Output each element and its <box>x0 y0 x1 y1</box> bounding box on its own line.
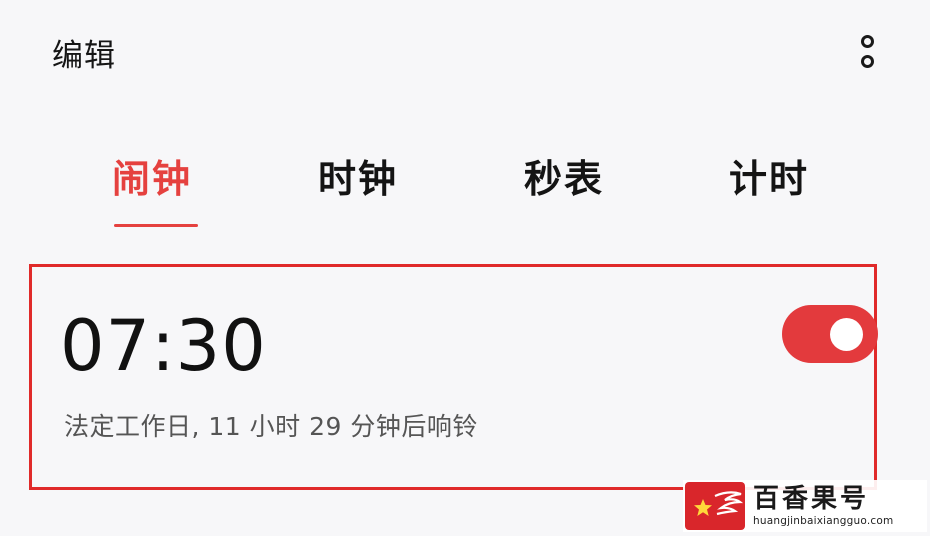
watermark-logo-icon <box>685 482 745 530</box>
more-vertical-icon <box>860 35 874 48</box>
edit-button[interactable]: 编辑 <box>52 30 116 75</box>
alarm-toggle-switch[interactable] <box>782 305 878 363</box>
tab-stopwatch[interactable]: 秒表 <box>509 148 619 230</box>
tab-clock-label: 时钟 <box>317 157 398 201</box>
watermark-title: 百香果号 <box>753 484 870 514</box>
more-vertical-icon <box>860 55 874 68</box>
tab-bar: 闹钟 时钟 秒表 计时 <box>0 148 930 230</box>
alarm-clock-screen: 编辑 闹钟 时钟 秒表 计时 07:30 法定工作日, 11 小时 29 分钟后… <box>0 0 930 536</box>
more-options-button[interactable] <box>852 32 882 72</box>
tab-stopwatch-label: 秒表 <box>523 157 604 201</box>
tab-alarm-label: 闹钟 <box>111 157 192 201</box>
tab-timer-label: 计时 <box>728 157 809 201</box>
toggle-knob <box>830 318 863 351</box>
tab-timer[interactable]: 计时 <box>714 148 824 230</box>
alarm-description: 法定工作日, 11 小时 29 分钟后响铃 <box>64 412 478 441</box>
tab-clock[interactable]: 时钟 <box>303 148 413 230</box>
active-tab-indicator <box>114 224 198 227</box>
alarm-item[interactable]: 07:30 法定工作日, 11 小时 29 分钟后响铃 <box>29 264 878 490</box>
watermark: 百香果号 huangjinbaixiangguo.com <box>683 480 927 532</box>
watermark-domain: huangjinbaixiangguo.com <box>753 515 894 527</box>
tab-alarm[interactable]: 闹钟 <box>97 148 207 230</box>
alarm-time: 07:30 <box>60 305 267 387</box>
